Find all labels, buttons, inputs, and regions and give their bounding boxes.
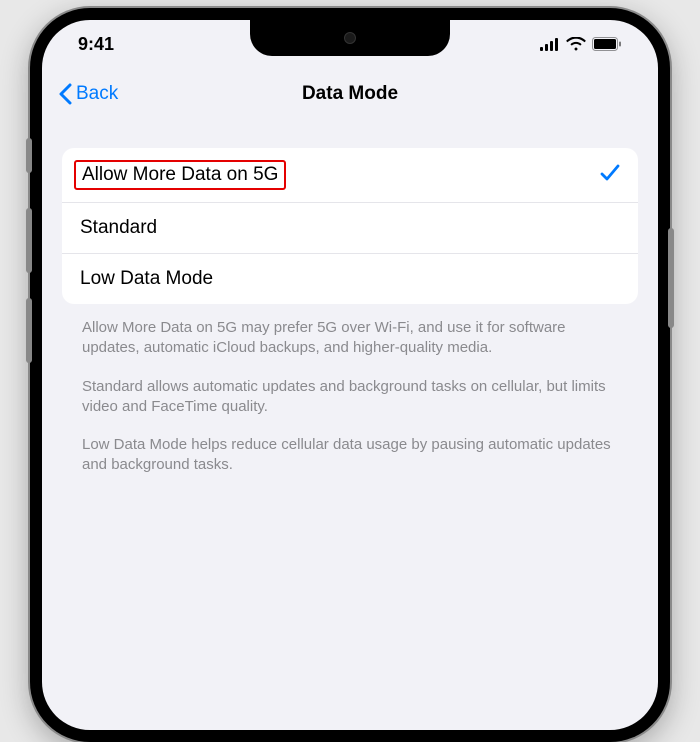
camera-icon bbox=[344, 32, 356, 44]
status-indicators bbox=[540, 37, 622, 51]
content-area: Allow More Data on 5G Standard Low Data … bbox=[42, 120, 658, 476]
chevron-left-icon bbox=[58, 83, 72, 105]
status-time: 9:41 bbox=[78, 34, 114, 55]
option-low-data-mode[interactable]: Low Data Mode bbox=[62, 253, 638, 304]
footer-p3: Low Data Mode helps reduce cellular data… bbox=[82, 435, 618, 476]
option-label: Low Data Mode bbox=[80, 268, 213, 290]
page-title: Data Mode bbox=[302, 83, 398, 105]
notch bbox=[250, 20, 450, 56]
option-standard[interactable]: Standard bbox=[62, 202, 638, 253]
volume-down-button bbox=[26, 298, 32, 363]
back-button[interactable]: Back bbox=[58, 83, 118, 105]
battery-icon bbox=[592, 37, 622, 51]
options-list: Allow More Data on 5G Standard Low Data … bbox=[62, 148, 638, 304]
footer-p2: Standard allows automatic updates and ba… bbox=[82, 377, 618, 418]
nav-bar: Back Data Mode bbox=[42, 68, 658, 120]
cellular-signal-icon bbox=[540, 38, 560, 51]
footer-p1: Allow More Data on 5G may prefer 5G over… bbox=[82, 318, 618, 359]
power-button bbox=[668, 228, 674, 328]
phone-frame: 9:41 Back Data Mode bbox=[30, 8, 670, 742]
screen: 9:41 Back Data Mode bbox=[42, 20, 658, 730]
footer-description: Allow More Data on 5G may prefer 5G over… bbox=[62, 304, 638, 476]
volume-up-button bbox=[26, 208, 32, 273]
back-label: Back bbox=[76, 83, 118, 105]
mute-switch bbox=[26, 138, 32, 173]
option-label: Allow More Data on 5G bbox=[74, 160, 286, 190]
option-allow-more-data-5g[interactable]: Allow More Data on 5G bbox=[62, 148, 638, 202]
checkmark-icon bbox=[600, 162, 620, 188]
option-label: Standard bbox=[80, 217, 157, 239]
wifi-icon bbox=[566, 37, 586, 51]
